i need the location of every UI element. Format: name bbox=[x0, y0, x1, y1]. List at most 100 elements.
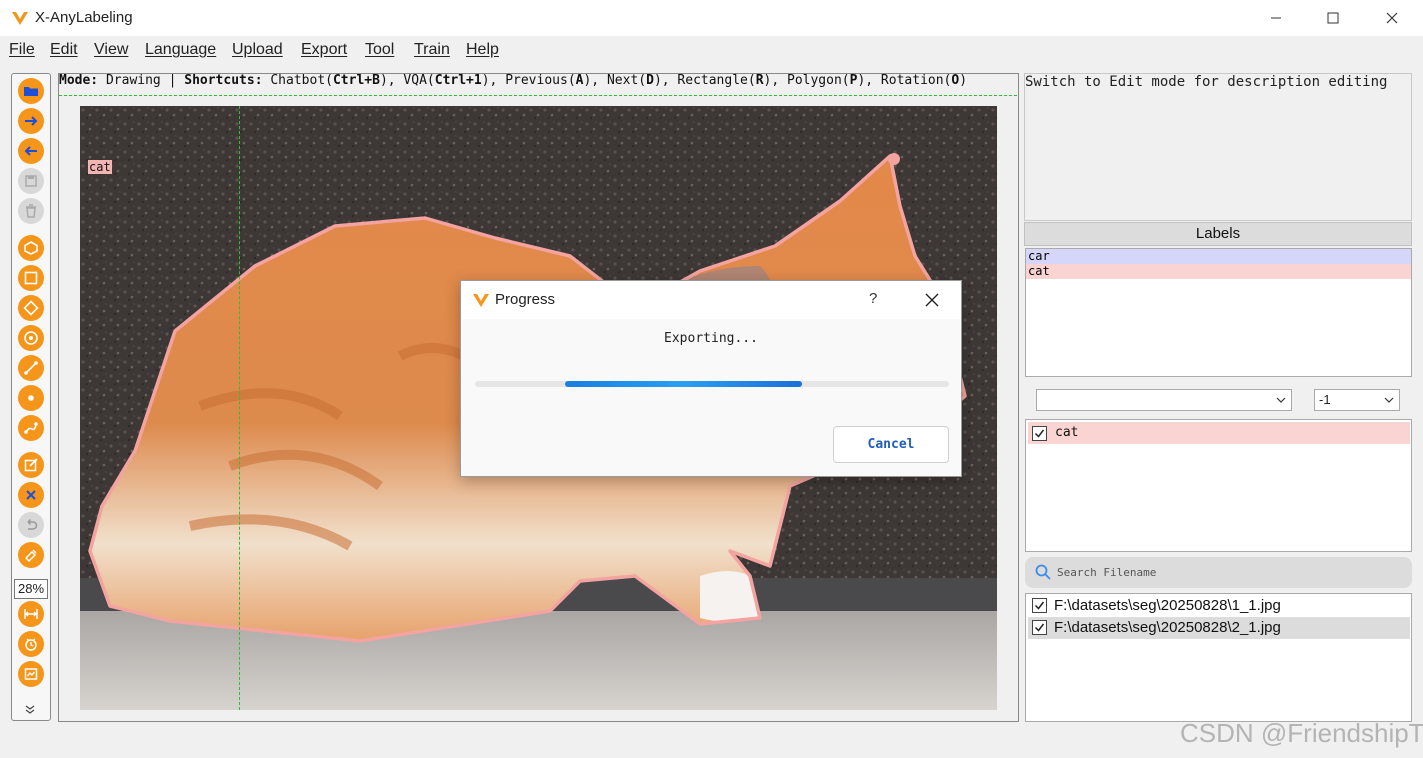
menu-language[interactable]: Language bbox=[145, 41, 216, 59]
description-panel[interactable] bbox=[1024, 73, 1412, 221]
open-dir-button[interactable] bbox=[18, 78, 44, 104]
menu-file[interactable]: File bbox=[9, 41, 35, 59]
shortcut-name: Rotation( bbox=[873, 73, 952, 88]
rectangle-icon bbox=[24, 271, 38, 285]
title-bar: X-AnyLabeling bbox=[0, 0, 1423, 36]
file-checkbox[interactable] bbox=[1032, 598, 1047, 613]
zoom-value-field[interactable]: 28% bbox=[14, 579, 48, 599]
cancel-button[interactable]: Cancel bbox=[833, 426, 949, 463]
polygon-tool-button[interactable] bbox=[18, 235, 44, 261]
point-icon bbox=[28, 395, 34, 401]
minimize-button[interactable] bbox=[1253, 6, 1299, 30]
line-tool-button[interactable] bbox=[18, 355, 44, 381]
labels-panel-title: Labels bbox=[1024, 222, 1412, 246]
rotation-tool-button[interactable] bbox=[18, 295, 44, 321]
dialog-help-button[interactable]: ? bbox=[869, 290, 877, 307]
close-icon bbox=[1386, 12, 1398, 24]
file-item[interactable]: F:\datasets\seg\20250828\1_1.jpg bbox=[1028, 595, 1410, 617]
dialog-body: Exporting... Cancel bbox=[462, 319, 960, 476]
delete-file-button[interactable] bbox=[18, 198, 44, 224]
watermark-text: CSDN @FriendshipT bbox=[1180, 718, 1423, 748]
brightness-button[interactable] bbox=[18, 542, 44, 568]
mode-label: Mode: bbox=[59, 73, 99, 88]
label-filter-dropdown[interactable] bbox=[1036, 389, 1292, 411]
linestrip-tool-button[interactable] bbox=[18, 415, 44, 441]
menu-edit[interactable]: Edit bbox=[50, 41, 78, 59]
polygon-icon bbox=[24, 241, 38, 255]
mode-status-line: Mode: Drawing | Shortcuts: Chatbot(Ctrl+… bbox=[59, 73, 1021, 91]
close-window-button[interactable] bbox=[1369, 6, 1415, 30]
next-image-icon bbox=[25, 116, 38, 126]
chevron-down-icon bbox=[1276, 397, 1286, 403]
menu-tool[interactable]: Tool bbox=[365, 41, 394, 59]
file-item-path: F:\datasets\seg\20250828\2_1.jpg bbox=[1054, 619, 1281, 636]
undo-button[interactable] bbox=[18, 512, 44, 538]
labels-list: car cat bbox=[1025, 248, 1412, 377]
horizontal-guide-line bbox=[59, 95, 1017, 96]
close-icon[interactable] bbox=[921, 289, 943, 311]
save-button[interactable] bbox=[18, 168, 44, 194]
shortcut-close: ), bbox=[481, 73, 498, 88]
shortcut-key: Ctrl+1 bbox=[434, 73, 482, 88]
menu-export[interactable]: Export bbox=[301, 41, 347, 59]
shape-label-tag: cat bbox=[88, 160, 112, 174]
circle-tool-button[interactable] bbox=[18, 325, 44, 351]
fit-width-icon bbox=[24, 609, 38, 619]
chevron-down-icon bbox=[1384, 397, 1394, 403]
rectangle-tool-button[interactable] bbox=[18, 265, 44, 291]
delete-shape-icon bbox=[26, 490, 36, 500]
edit-icon bbox=[24, 458, 38, 472]
fit-width-button[interactable] bbox=[18, 601, 44, 627]
ai-icon bbox=[24, 668, 38, 680]
vertical-guide-line bbox=[239, 106, 240, 710]
auto-run-button[interactable] bbox=[18, 631, 44, 657]
delete-shape-button[interactable] bbox=[18, 482, 44, 508]
circle-icon bbox=[24, 331, 38, 345]
linestrip-icon bbox=[24, 422, 38, 434]
shortcut-name: Next( bbox=[599, 73, 647, 88]
mode-value: Drawing bbox=[98, 73, 169, 88]
menu-upload[interactable]: Upload bbox=[232, 41, 283, 59]
delete-file-icon bbox=[26, 204, 36, 218]
shortcut-key: R bbox=[755, 73, 764, 88]
shortcut-close: ), bbox=[763, 73, 780, 88]
label-item-car[interactable]: car bbox=[1026, 249, 1411, 264]
prev-image-button[interactable] bbox=[18, 138, 44, 164]
maximize-icon bbox=[1327, 12, 1339, 24]
shapes-list: cat bbox=[1025, 419, 1412, 552]
file-item-selected[interactable]: F:\datasets\seg\20250828\2_1.jpg bbox=[1028, 617, 1410, 639]
app-logo-icon bbox=[12, 12, 28, 25]
shortcut-close: ), bbox=[857, 73, 874, 88]
undo-icon bbox=[27, 518, 38, 530]
label-item-cat[interactable]: cat bbox=[1026, 264, 1411, 279]
checkmark-icon bbox=[1034, 429, 1045, 438]
shape-visible-checkbox[interactable] bbox=[1032, 426, 1047, 441]
shape-item-cat[interactable]: cat bbox=[1028, 422, 1410, 444]
menu-view[interactable]: View bbox=[94, 41, 128, 59]
line-icon bbox=[24, 361, 38, 375]
save-icon bbox=[25, 175, 37, 187]
chevron-down-icon[interactable] bbox=[24, 704, 36, 716]
next-image-button[interactable] bbox=[18, 108, 44, 134]
progress-message: Exporting... bbox=[664, 331, 758, 346]
description-hint: Switch to Edit mode for description edit… bbox=[1025, 74, 1388, 90]
search-filename-input[interactable] bbox=[1057, 562, 1397, 582]
auto-icon bbox=[25, 638, 37, 651]
shortcut-name: Polygon( bbox=[779, 73, 850, 88]
point-tool-button[interactable] bbox=[18, 385, 44, 411]
ai-model-button[interactable] bbox=[18, 661, 44, 687]
shortcut-key: Ctrl+B bbox=[332, 73, 380, 88]
menu-train[interactable]: Train bbox=[414, 41, 450, 59]
group-id-dropdown[interactable]: -1 bbox=[1314, 389, 1400, 411]
file-list: F:\datasets\seg\20250828\1_1.jpg F:\data… bbox=[1025, 593, 1412, 722]
minimize-icon bbox=[1271, 17, 1281, 19]
dialog-title: Progress bbox=[495, 291, 556, 308]
file-checkbox[interactable] bbox=[1032, 620, 1047, 635]
left-toolbar: 28% bbox=[11, 73, 51, 721]
edit-mode-button[interactable] bbox=[18, 452, 44, 478]
shortcut-close: ) bbox=[959, 73, 968, 88]
menu-help[interactable]: Help bbox=[466, 41, 499, 59]
shortcut-close: ), bbox=[379, 73, 396, 88]
maximize-button[interactable] bbox=[1310, 6, 1356, 30]
prev-image-icon bbox=[24, 146, 37, 156]
